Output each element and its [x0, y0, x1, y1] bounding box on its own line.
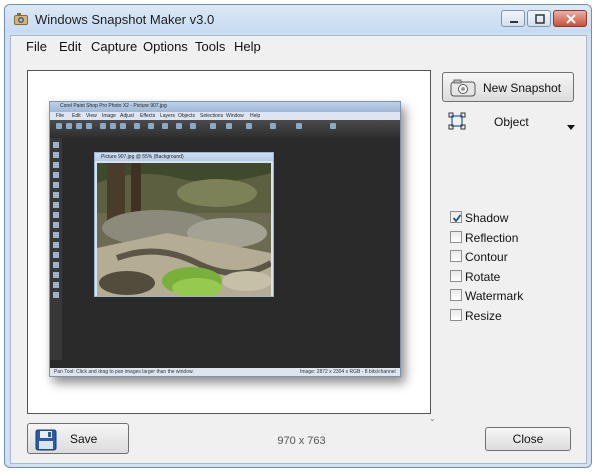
embedded-menu-item: Objects — [178, 113, 195, 119]
menu-edit[interactable]: Edit — [59, 39, 81, 54]
landscape-photo — [97, 163, 271, 296]
client-area: File Edit Capture Options Tools Help Cor… — [10, 35, 587, 464]
embedded-tool-palette — [50, 138, 62, 360]
rotate-checkbox[interactable] — [450, 270, 462, 282]
embedded-menu-item: Help — [250, 113, 261, 119]
embedded-document-window: Picture 907.jpg @ 55% (Background) — [94, 152, 274, 297]
menu-tools[interactable]: Tools — [195, 39, 225, 54]
option-label: Contour — [465, 250, 508, 264]
embedded-doc-title-bar: Picture 907.jpg @ 55% (Background) — [95, 153, 273, 161]
embedded-menu-item: Selections — [200, 113, 224, 119]
embedded-menu-item: Image — [102, 113, 116, 119]
title-bar[interactable]: Windows Snapshot Maker v3.0 — [5, 5, 591, 33]
option-label: Rotate — [465, 270, 501, 284]
menu-help[interactable]: Help — [234, 39, 261, 54]
shadow-checkbox[interactable] — [450, 211, 462, 223]
option-label: Watermark — [465, 289, 524, 303]
close-window-button[interactable] — [553, 10, 587, 27]
resize-checkbox[interactable] — [450, 309, 462, 321]
capture-mode-value: Object — [494, 115, 529, 129]
contour-checkbox[interactable] — [450, 250, 462, 262]
embedded-doc-title: Picture 907.jpg @ 55% (Background) — [101, 154, 184, 160]
embedded-status-left: Pan Tool: Click and drag to pan images l… — [54, 369, 194, 375]
option-reflection[interactable]: Reflection — [450, 230, 570, 246]
option-shadow[interactable]: Shadow — [450, 210, 570, 226]
embedded-menu-item: Layers — [160, 113, 176, 119]
embedded-toolbar — [50, 120, 400, 138]
new-snapshot-button[interactable]: New Snapshot — [442, 72, 574, 102]
window-title: Windows Snapshot Maker v3.0 — [35, 12, 215, 27]
option-resize[interactable]: Resize — [450, 308, 570, 324]
menu-file[interactable]: File — [26, 39, 47, 54]
app-window: Windows Snapshot Maker v3.0 File Edit Ca… — [4, 4, 592, 468]
menu-capture[interactable]: Capture — [91, 39, 137, 54]
reflection-checkbox[interactable] — [450, 231, 462, 243]
embedded-menu-item: Edit — [72, 113, 81, 119]
captured-window-image: Corel Paint Shop Pro Photo X2 - Picture … — [49, 101, 401, 377]
object-select-icon — [448, 112, 466, 133]
option-contour[interactable]: Contour — [450, 249, 570, 265]
camera-app-icon — [13, 12, 29, 26]
option-label: Reflection — [465, 231, 519, 245]
camera-icon — [450, 79, 476, 100]
option-label: Shadow — [465, 211, 509, 225]
maximize-button[interactable] — [527, 10, 551, 27]
chevron-down-icon — [567, 119, 575, 133]
new-snapshot-label: New Snapshot — [483, 81, 562, 95]
option-watermark[interactable]: Watermark — [450, 288, 570, 304]
embedded-menu-item: Window — [226, 113, 244, 119]
option-rotate[interactable]: Rotate — [450, 269, 570, 285]
embedded-menu-item: View — [86, 113, 97, 119]
capture-mode-dropdown[interactable]: Object — [448, 112, 578, 132]
embedded-menu-item: Adjust — [120, 113, 134, 119]
resize-grip-icon[interactable]: ⌄ — [429, 414, 436, 423]
menu-bar: File Edit Capture Options Tools Help — [11, 36, 586, 58]
embedded-status-bar: Pan Tool: Click and drag to pan images l… — [50, 368, 400, 376]
embedded-menu-bar: File Edit View Image Adjust Effects Laye… — [50, 112, 400, 120]
embedded-menu-item: Effects — [140, 113, 156, 119]
close-button[interactable]: Close — [485, 427, 571, 451]
embedded-status-right: Image: 2872 x 2304 x RGB - 8 bits/channe… — [300, 369, 396, 375]
embedded-menu-item: File — [56, 113, 65, 119]
snapshot-preview: Corel Paint Shop Pro Photo X2 - Picture … — [27, 70, 431, 414]
embedded-title-bar: Corel Paint Shop Pro Photo X2 - Picture … — [50, 102, 400, 112]
menu-options[interactable]: Options — [143, 39, 188, 54]
minimize-button[interactable] — [501, 10, 525, 27]
embedded-title: Corel Paint Shop Pro Photo X2 - Picture … — [60, 103, 167, 109]
option-label: Resize — [465, 309, 502, 323]
watermark-checkbox[interactable] — [450, 289, 462, 301]
